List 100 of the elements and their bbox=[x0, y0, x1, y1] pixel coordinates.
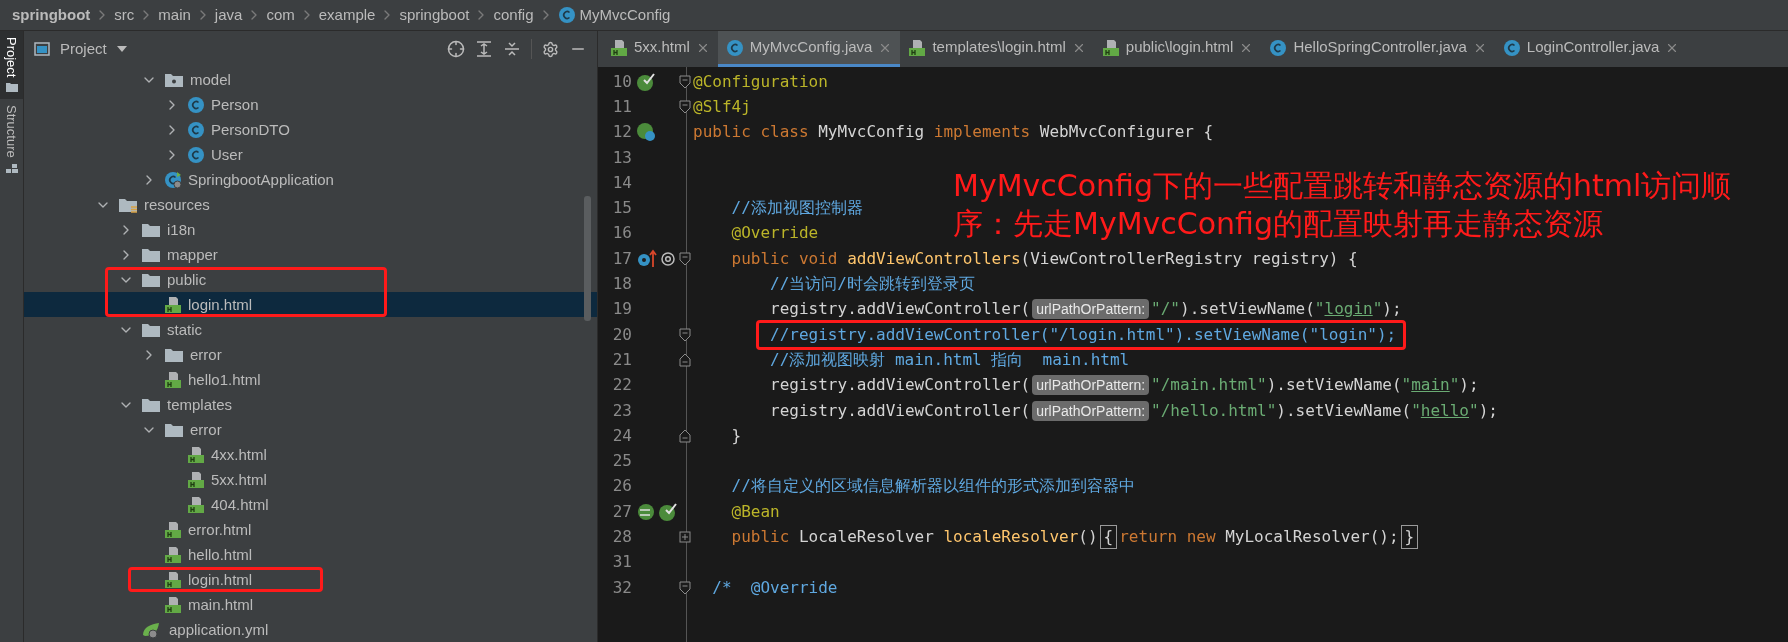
breadcrumb[interactable]: MyMvcConfig bbox=[579, 3, 671, 27]
code-token: @Configuration bbox=[693, 70, 828, 93]
html-file-icon bbox=[187, 495, 205, 514]
breadcrumb[interactable]: src bbox=[114, 3, 135, 27]
tree-item[interactable]: hello.html bbox=[164, 545, 253, 564]
settings-icon[interactable] bbox=[542, 40, 559, 58]
scrollbar-thumb[interactable] bbox=[584, 196, 591, 321]
code-token: registry.addViewController( bbox=[769, 298, 1031, 321]
class-gear-icon bbox=[164, 170, 182, 189]
line-number: 19 bbox=[611, 298, 632, 321]
line-number: 27 bbox=[611, 500, 632, 523]
html-file-icon bbox=[164, 520, 182, 539]
editor-tab[interactable]: 5xx.html bbox=[602, 31, 718, 67]
tree-item[interactable]: PersonDTO bbox=[187, 120, 290, 139]
tree-item[interactable]: main.html bbox=[164, 595, 254, 614]
breadcrumb[interactable]: springboot bbox=[12, 3, 91, 27]
fold-marker-icon[interactable] bbox=[679, 99, 691, 114]
expand-all-icon[interactable] bbox=[475, 40, 493, 58]
html-file-icon bbox=[908, 38, 927, 57]
parameter-hint: urlPathOrPattern: bbox=[1032, 400, 1150, 421]
tree-item[interactable]: login.html bbox=[164, 295, 253, 314]
fold-marker-icon[interactable] bbox=[679, 251, 691, 266]
line-number: 18 bbox=[611, 273, 632, 295]
tree-item[interactable]: public bbox=[141, 270, 207, 289]
code-token: ).setViewName( bbox=[1180, 298, 1315, 321]
fold-marker-icon[interactable] bbox=[679, 428, 691, 443]
class-icon bbox=[725, 38, 744, 57]
parameter-hint: urlPathOrPattern: bbox=[1032, 375, 1150, 396]
code-token: () bbox=[1078, 526, 1098, 548]
html-file-icon bbox=[610, 38, 628, 57]
code-token: return new bbox=[1119, 526, 1217, 548]
tool-window-tab[interactable]: Project bbox=[0, 31, 23, 100]
code-token: ).setViewName( bbox=[1266, 374, 1402, 397]
code-token: login bbox=[1324, 298, 1373, 321]
html-file-icon bbox=[187, 445, 205, 464]
editor-tab[interactable]: LoginController.java bbox=[1494, 31, 1688, 67]
panel-title[interactable]: Project bbox=[60, 37, 107, 61]
fold-marker-icon[interactable] bbox=[679, 327, 691, 342]
code-token: " bbox=[1372, 298, 1383, 321]
tool-window-tab[interactable]: Structure bbox=[0, 99, 23, 181]
code-token: hello bbox=[1420, 399, 1469, 422]
editor-tab[interactable]: public\login.html bbox=[1093, 31, 1262, 67]
fold-marker-icon[interactable] bbox=[679, 74, 691, 89]
dropdown-icon[interactable] bbox=[116, 46, 127, 52]
code-token: //当访问/时会跳转到登录页 bbox=[769, 273, 975, 295]
editor-tab[interactable]: HelloSpringController.java bbox=[1261, 31, 1495, 67]
annotation-note: MyMvcConfig下的一些配置跳转和静态资源的html访问顺序：先走MyMvcConfig的配置映射再走静态资源 bbox=[953, 167, 1733, 243]
code-token: "/main.html" bbox=[1151, 374, 1267, 397]
locate-icon[interactable] bbox=[447, 40, 465, 58]
editor-tab[interactable]: templates\login.html bbox=[900, 31, 1094, 67]
breadcrumb[interactable]: main bbox=[158, 3, 191, 27]
breadcrumb[interactable]: springboot bbox=[399, 3, 470, 27]
editor-tab[interactable]: MyMvcConfig.java bbox=[717, 31, 901, 67]
tree-item[interactable]: login.html bbox=[164, 570, 253, 589]
line-number: 15 bbox=[611, 197, 632, 220]
code-token: " bbox=[1401, 374, 1412, 397]
code-token: MyLocalResolver(); bbox=[1225, 526, 1399, 548]
tree-item[interactable]: hello1.html bbox=[164, 370, 261, 389]
line-number: 16 bbox=[611, 222, 632, 245]
structure-icon bbox=[4, 162, 19, 175]
tree-item[interactable]: resources bbox=[118, 195, 210, 214]
breadcrumb[interactable]: java bbox=[214, 3, 243, 27]
tree-item[interactable]: 5xx.html bbox=[187, 470, 267, 489]
tree-item[interactable]: error bbox=[164, 345, 222, 364]
class-icon bbox=[1269, 38, 1288, 57]
line-number: 25 bbox=[611, 450, 632, 473]
code-token: public bbox=[730, 526, 791, 548]
bean-check-icon bbox=[658, 501, 678, 522]
code-token: " bbox=[1314, 298, 1325, 321]
tree-item[interactable]: application.yml bbox=[141, 620, 269, 639]
tree-item[interactable]: templates bbox=[141, 395, 233, 414]
line-number: 21 bbox=[611, 348, 632, 371]
line-number: 13 bbox=[611, 146, 632, 169]
tree-item[interactable]: 404.html bbox=[187, 495, 269, 514]
html-file-icon bbox=[164, 595, 182, 614]
expand-marker-icon[interactable] bbox=[679, 531, 691, 543]
tree-item[interactable]: User bbox=[187, 145, 243, 164]
tree-item[interactable]: static bbox=[141, 320, 202, 339]
tree-item[interactable]: error bbox=[164, 420, 222, 439]
tree-item[interactable]: i18n bbox=[141, 220, 196, 239]
parameter-hint: urlPathOrPattern: bbox=[1032, 299, 1150, 320]
tree-item[interactable]: model bbox=[164, 70, 231, 89]
code-token: MyMvcConfig bbox=[818, 121, 926, 144]
breadcrumb[interactable]: com bbox=[266, 3, 295, 27]
fold-marker-icon[interactable] bbox=[679, 580, 691, 595]
line-number: 11 bbox=[611, 95, 632, 118]
code-token: "/hello.html" bbox=[1151, 399, 1277, 422]
line-number: 28 bbox=[611, 526, 632, 548]
tree-item[interactable]: SpringbootApplication bbox=[164, 170, 334, 189]
fold-marker-icon[interactable] bbox=[679, 352, 691, 367]
class-icon bbox=[1502, 38, 1521, 57]
collapse-all-icon[interactable] bbox=[503, 40, 521, 58]
tree-item[interactable]: error.html bbox=[164, 520, 252, 539]
tree-item[interactable]: 4xx.html bbox=[187, 445, 267, 464]
breadcrumb[interactable]: config bbox=[493, 3, 534, 27]
tree-item[interactable]: Person bbox=[187, 95, 259, 114]
breadcrumb[interactable]: example bbox=[318, 3, 376, 27]
code-token: LocaleResolver bbox=[798, 526, 935, 548]
html-file-icon bbox=[164, 295, 182, 314]
tree-item[interactable]: mapper bbox=[141, 245, 218, 264]
